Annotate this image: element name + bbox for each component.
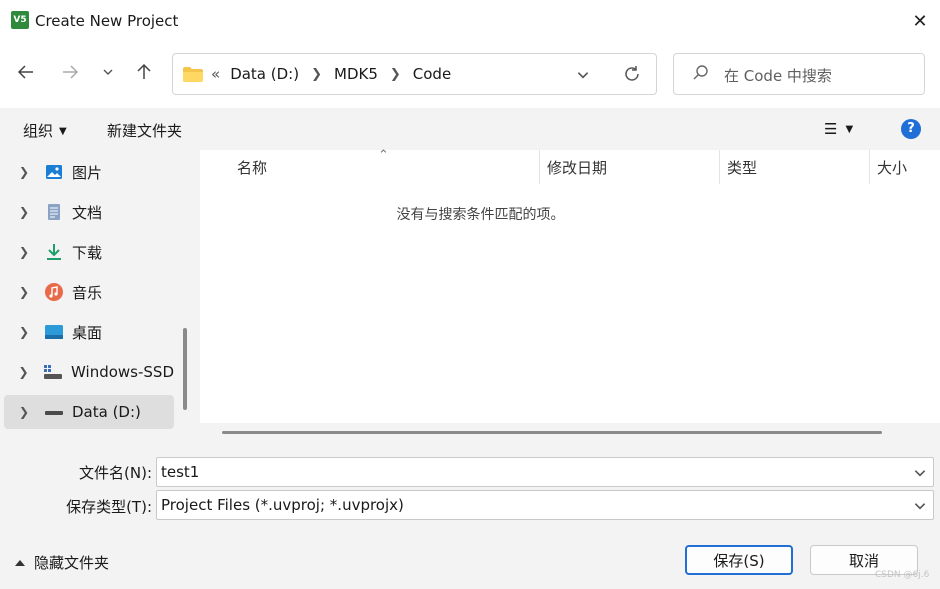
sidebar-item-windows-ssd[interactable]: ❯ Windows-SSD — [4, 355, 174, 389]
empty-list-message: 没有与搜索条件匹配的项。 — [396, 207, 565, 223]
refresh-icon[interactable] — [623, 65, 641, 83]
desktop-icon — [44, 322, 64, 342]
search-placeholder: 在 Code 中搜索 — [724, 67, 832, 85]
forward-button[interactable] — [56, 58, 84, 86]
music-icon — [44, 282, 64, 302]
list-view-icon: ☰ — [824, 120, 838, 138]
address-dropdown-icon[interactable] — [576, 68, 590, 82]
breadcrumb-item-code[interactable]: Code — [413, 65, 451, 83]
help-icon[interactable]: ? — [901, 119, 921, 139]
chevron-down-icon[interactable] — [913, 466, 927, 480]
documents-icon — [44, 202, 64, 222]
keil-uvision-icon: V5 — [11, 11, 29, 29]
arrow-right-icon — [63, 65, 79, 79]
hide-folders-label: 隐藏文件夹 — [34, 554, 110, 572]
sidebar-item-label: Windows-SSD — [71, 363, 174, 381]
sidebar-item-label: 文档 — [72, 203, 103, 222]
breadcrumb: « Data (D:) ❯ MDK5 ❯ Code — [211, 54, 451, 94]
address-bar[interactable]: « Data (D:) ❯ MDK5 ❯ Code — [172, 53, 657, 95]
navigation-bar: « Data (D:) ❯ MDK5 ❯ Code 在 Code 中搜索 — [0, 42, 940, 108]
title-bar: V5 Create New Project ✕ — [0, 0, 940, 42]
arrow-left-icon — [17, 65, 33, 79]
command-bar: 组织 ▼ 新建文件夹 ☰ ▼ — [0, 108, 940, 150]
pictures-icon — [44, 162, 64, 182]
caret-down-icon: ▼ — [845, 124, 854, 135]
breadcrumb-item-mdk5[interactable]: MDK5 — [334, 65, 378, 83]
column-divider[interactable] — [869, 150, 870, 184]
windows-drive-icon — [43, 362, 63, 382]
navigation-scrollbar[interactable] — [183, 328, 187, 410]
watermark: CSDN @6j.6 — [875, 570, 930, 580]
chevron-right-icon[interactable]: ❯ — [4, 405, 44, 419]
sidebar-item-pictures[interactable]: ❯ 图片 — [4, 155, 174, 189]
filename-label: 文件名(N): — [79, 464, 152, 482]
close-icon: ✕ — [912, 10, 928, 32]
chevron-right-icon[interactable]: ❯ — [4, 205, 44, 219]
column-divider[interactable] — [539, 150, 540, 184]
arrow-up-icon — [137, 63, 151, 79]
drive-icon — [44, 402, 64, 422]
chevron-right-icon[interactable]: ❯ — [4, 285, 44, 299]
sidebar-item-desktop[interactable]: ❯ 桌面 — [4, 315, 174, 349]
navigation-pane: ❯ 图片 ❯ 文档 ❯ 下载 ❯ 音乐 ❯ 桌面 ❯ Windows-SSD ❯… — [0, 150, 194, 442]
chevron-right-icon[interactable]: ❯ — [4, 165, 44, 179]
chevron-right-icon[interactable]: ❯ — [390, 67, 401, 82]
sidebar-item-label: 音乐 — [72, 283, 103, 302]
sidebar-item-label: 图片 — [72, 163, 103, 182]
column-header-name[interactable]: 名称 — [237, 150, 267, 184]
breadcrumb-item-data[interactable]: Data (D:) — [230, 65, 299, 83]
filetype-select[interactable]: Project Files (*.uvproj; *.uvprojx) — [156, 490, 934, 520]
save-form: 文件名(N): test1 保存类型(T): Project Files (*.… — [0, 442, 940, 589]
back-button[interactable] — [12, 58, 40, 86]
filetype-value: Project Files (*.uvproj; *.uvprojx) — [161, 496, 404, 514]
filename-value: test1 — [161, 463, 200, 481]
sidebar-item-data-drive[interactable]: ❯ Data (D:) — [4, 395, 174, 429]
save-button[interactable]: 保存(S) — [685, 545, 793, 575]
sidebar-item-label: 桌面 — [72, 323, 103, 342]
chevron-right-icon[interactable]: ❯ — [4, 325, 44, 339]
sidebar-item-documents[interactable]: ❯ 文档 — [4, 195, 174, 229]
column-header-size[interactable]: 大小 — [877, 150, 907, 184]
organize-menu[interactable]: 组织 ▼ — [23, 120, 67, 141]
search-icon — [693, 65, 708, 80]
column-header-modified[interactable]: 修改日期 — [547, 150, 607, 184]
sidebar-item-label: 下载 — [72, 243, 103, 262]
chevron-down-icon[interactable] — [913, 499, 927, 513]
recent-locations-button[interactable] — [94, 58, 122, 86]
sidebar-item-label: Data (D:) — [72, 403, 141, 421]
column-header-type[interactable]: 类型 — [727, 150, 757, 184]
column-divider[interactable] — [719, 150, 720, 184]
sidebar-item-downloads[interactable]: ❯ 下载 — [4, 235, 174, 269]
chevron-right-icon[interactable]: ❯ — [4, 245, 44, 259]
downloads-icon — [44, 242, 64, 262]
filetype-label: 保存类型(T): — [66, 498, 152, 516]
sort-ascending-icon: ⌃ — [378, 148, 389, 163]
file-list: ⌃ 名称 修改日期 类型 大小 没有与搜索条件匹配的项。 — [200, 148, 940, 442]
folder-icon — [183, 67, 203, 82]
window-title: Create New Project — [35, 12, 179, 30]
chevron-right-icon[interactable]: ❯ — [4, 365, 43, 379]
organize-label: 组织 — [23, 122, 54, 140]
breadcrumb-overflow[interactable]: « — [211, 65, 220, 83]
close-button[interactable]: ✕ — [900, 0, 940, 42]
caret-down-icon: ▼ — [59, 126, 67, 137]
filename-field[interactable]: test1 — [156, 457, 934, 487]
search-box[interactable]: 在 Code 中搜索 — [673, 53, 925, 95]
chevron-up-icon — [15, 559, 25, 566]
horizontal-scrollbar[interactable] — [200, 423, 940, 442]
view-options-button[interactable]: ☰ ▼ — [824, 120, 853, 138]
chevron-right-icon[interactable]: ❯ — [311, 67, 322, 82]
horizontal-scroll-thumb[interactable] — [222, 431, 882, 434]
chevron-down-icon — [103, 69, 113, 75]
sidebar-item-music[interactable]: ❯ 音乐 — [4, 275, 174, 309]
up-button[interactable] — [130, 58, 158, 86]
hide-folders-toggle[interactable]: 隐藏文件夹 — [14, 552, 109, 573]
new-folder-button[interactable]: 新建文件夹 — [107, 120, 182, 141]
